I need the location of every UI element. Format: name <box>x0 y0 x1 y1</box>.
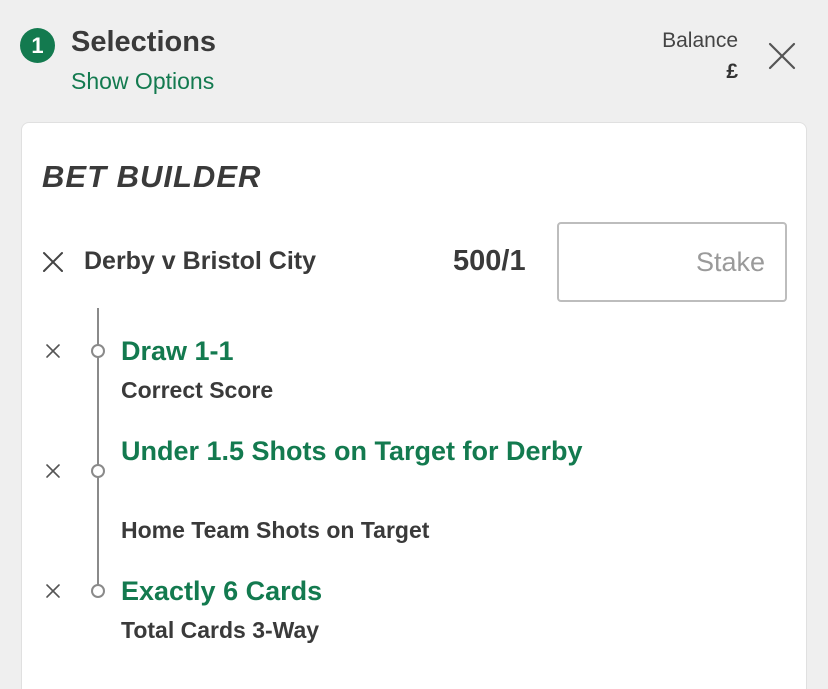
remove-leg-icon[interactable] <box>45 463 61 479</box>
timeline-node-icon <box>91 584 105 598</box>
leg-selection: Under 1.5 Shots on Target for Derby <box>121 436 583 466</box>
stake-input[interactable] <box>557 222 787 302</box>
event-name: Derby v Bristol City <box>84 247 317 275</box>
odds-value: 500/1 <box>453 245 526 277</box>
bet-slip: 1 Selections Show Options Balance £ BET … <box>0 0 828 689</box>
selections-title: Selections <box>71 26 217 58</box>
leg-market: Home Team Shots on Target <box>121 517 430 543</box>
balance-label: Balance <box>662 29 738 52</box>
bet-builder-title: BET BUILDER <box>42 159 262 194</box>
balance-value: £ <box>726 60 738 83</box>
bet-builder-card: BET BUILDER Derby v Bristol City 500/1 D… <box>21 122 807 689</box>
selection-count-badge: 1 <box>20 28 55 63</box>
remove-leg-icon[interactable] <box>45 583 61 599</box>
leg-selection: Draw 1-1 <box>121 336 234 366</box>
timeline-node-icon <box>91 464 105 478</box>
leg-market: Correct Score <box>121 377 274 403</box>
close-icon[interactable] <box>768 42 796 70</box>
show-options-link[interactable]: Show Options <box>71 68 214 95</box>
bet-slip-header: 1 Selections Show Options Balance £ <box>0 0 828 120</box>
leg-selection: Exactly 6 Cards <box>121 576 323 606</box>
timeline-node-icon <box>91 344 105 358</box>
remove-event-icon[interactable] <box>42 251 64 273</box>
remove-leg-icon[interactable] <box>45 343 61 359</box>
leg-market: Total Cards 3-Way <box>121 617 320 643</box>
